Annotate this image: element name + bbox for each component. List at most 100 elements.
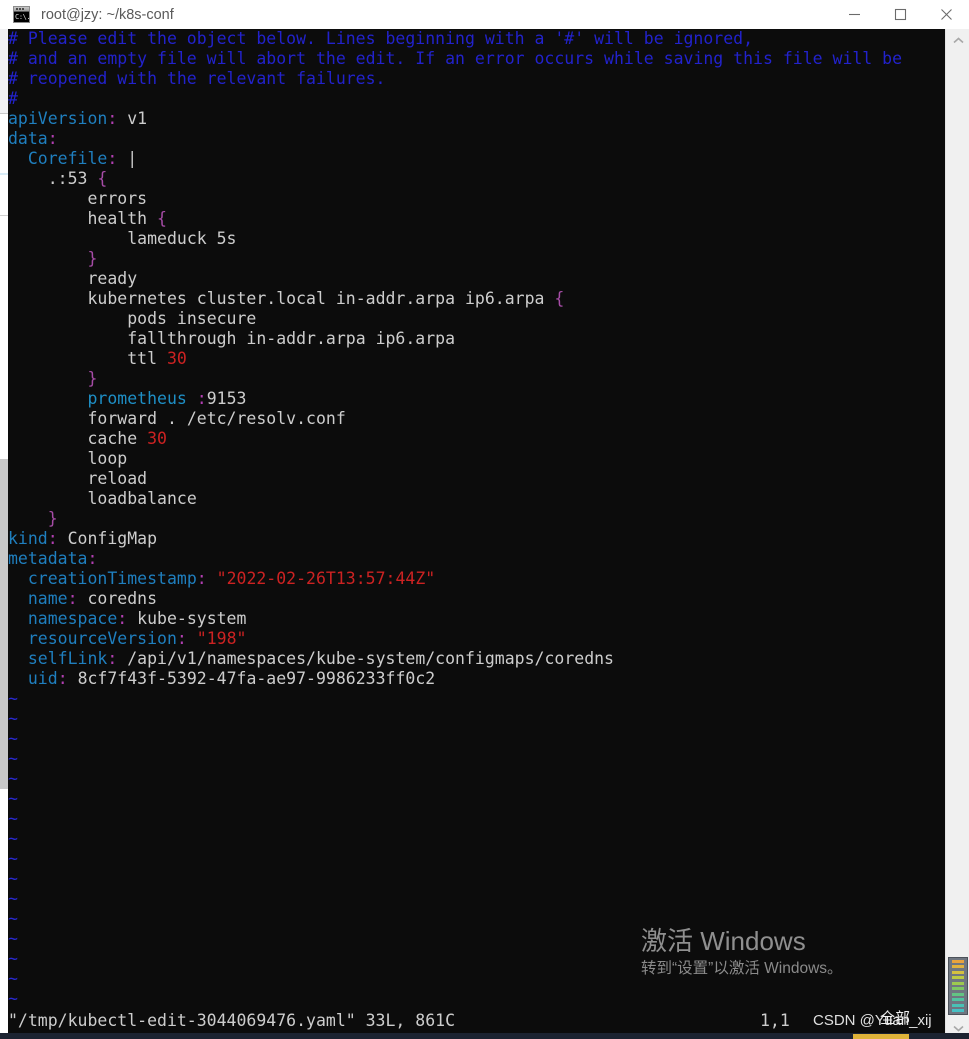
status-file-info: "/tmp/kubectl-edit-3044069476.yaml" 33L,… [8,1011,456,1030]
yaml-colon: : [176,629,187,648]
corefile-number: 30 [166,349,187,368]
yaml-colon: : [107,149,118,168]
buffer-line: loadbalance [8,489,945,509]
yaml-key: creationTimestamp [27,569,197,588]
vim-status-line: "/tmp/kubectl-edit-3044069476.yaml" 33L,… [8,1009,945,1033]
buffer-line: prometheus :9153 [8,389,945,409]
background-scrollbar-thumb[interactable] [0,459,8,789]
tilde-marker: ~ [8,809,18,828]
csdn-watermark-cn: 全部 [880,1010,911,1027]
yaml-key: selfLink [27,649,108,668]
yaml-key: namespace [27,609,118,628]
buffer-empty-line: ~ [8,709,945,729]
buffer-line: .:53 { [8,169,945,189]
yaml-value: /api/v1/namespaces/kube-system/configmap… [127,649,614,668]
battery-gauge-icon [948,957,968,1015]
windows-activation-watermark: 激活 Windows 转到“设置”以激活 Windows。 [641,925,843,981]
tilde-marker: ~ [8,909,18,928]
yaml-key: data [8,129,48,148]
tilde-marker: ~ [8,989,18,1008]
yaml-colon: : [47,129,58,148]
buffer-line: resourceVersion: "198" [8,629,945,649]
corefile-directive: health [87,209,158,228]
buffer-line: # and an empty file will abort the edit.… [8,49,945,69]
tilde-marker: ~ [8,749,18,768]
corefile-directive: reload [87,469,148,488]
taskbar [0,1033,969,1039]
tilde-marker: ~ [8,849,18,868]
yaml-value: kube-system [137,609,247,628]
buffer-empty-line: ~ [8,749,945,769]
tilde-marker: ~ [8,729,18,748]
csdn-watermark: CSDN @Yuan_xij [813,1012,932,1029]
buffer-empty-line: ~ [8,869,945,889]
taskbar-accent [853,1034,909,1039]
yaml-colon: : [196,569,207,588]
buffer-line: cache 30 [8,429,945,449]
comment-text: # [8,89,18,108]
title-bar[interactable]: C:\. root@jzy: ~/k8s-conf [0,0,969,30]
yaml-value: ConfigMap [67,529,158,548]
yaml-colon: : [57,669,68,688]
buffer-line: # reopened with the relevant failures. [8,69,945,89]
yaml-value: | [127,149,138,168]
buffer-line: Corefile: | [8,149,945,169]
yaml-colon: : [67,589,78,608]
buffer-empty-line: ~ [8,889,945,909]
buffer-empty-line: ~ [8,769,945,789]
corefile-directive: fallthrough in-addr.arpa ip6.arpa [127,329,456,348]
buffer-empty-line: ~ [8,789,945,809]
corefile-directive: errors [87,189,148,208]
buffer-line: fallthrough in-addr.arpa ip6.arpa [8,329,945,349]
corefile-directive: lameduck 5s [127,229,237,248]
tilde-marker: ~ [8,969,18,988]
tilde-marker: ~ [8,769,18,788]
corefile-directive: kubernetes cluster.local in-addr.arpa ip… [87,289,555,308]
activation-title: 激活 Windows [641,926,806,956]
corefile-directive: .:53 [47,169,98,188]
buffer-line: data: [8,129,945,149]
corefile-directive: ready [87,269,138,288]
yaml-key: kind [8,529,48,548]
yaml-key: Corefile [27,149,108,168]
yaml-colon: : [47,529,58,548]
buffer-line: } [8,509,945,529]
corefile-directive: loop [87,449,128,468]
minimize-button[interactable] [831,0,877,29]
buffer-line: selfLink: /api/v1/namespaces/kube-system… [8,649,945,669]
scroll-up-arrow[interactable] [946,31,969,49]
corefile-colon: : [196,389,207,408]
window-scrollbar[interactable] [945,29,969,1039]
yaml-value: coredns [87,589,158,608]
yaml-value: 8cf7f43f-5392-47fa-ae97-9986233ff0c2 [77,669,436,688]
buffer-empty-line: ~ [8,689,945,709]
window-title: root@jzy: ~/k8s-conf [41,6,174,23]
corefile-directive: pods insecure [127,309,257,328]
buffer-line: apiVersion: v1 [8,109,945,129]
buffer-line: forward . /etc/resolv.conf [8,409,945,429]
buffer-line: uid: 8cf7f43f-5392-47fa-ae97-9986233ff0c… [8,669,945,689]
buffer-line: lameduck 5s [8,229,945,249]
close-button[interactable] [923,0,969,29]
corefile-directive: cache [87,429,148,448]
buffer-line: kubernetes cluster.local in-addr.arpa ip… [8,289,945,309]
buffer-line: namespace: kube-system [8,609,945,629]
buffer-line: loop [8,449,945,469]
corefile-port: 9153 [206,389,247,408]
terminal-window: C:\. root@jzy: ~/k8s-conf # Please edit … [0,0,969,1039]
buffer-line: kind: ConfigMap [8,529,945,549]
vim-buffer: # Please edit the object below. Lines be… [8,29,945,1009]
yaml-colon: : [117,609,128,628]
terminal-body[interactable]: # Please edit the object below. Lines be… [8,29,945,1039]
comment-text: # Please edit the object below. Lines be… [8,29,754,48]
tilde-marker: ~ [8,949,18,968]
tilde-marker: ~ [8,869,18,888]
corefile-brace: } [47,509,58,528]
buffer-line: ready [8,269,945,289]
corefile-brace: { [554,289,565,308]
maximize-button[interactable] [877,0,923,29]
yaml-colon: : [107,649,118,668]
yaml-value: "198" [196,629,247,648]
corefile-brace: } [87,249,98,268]
buffer-line: metadata: [8,549,945,569]
